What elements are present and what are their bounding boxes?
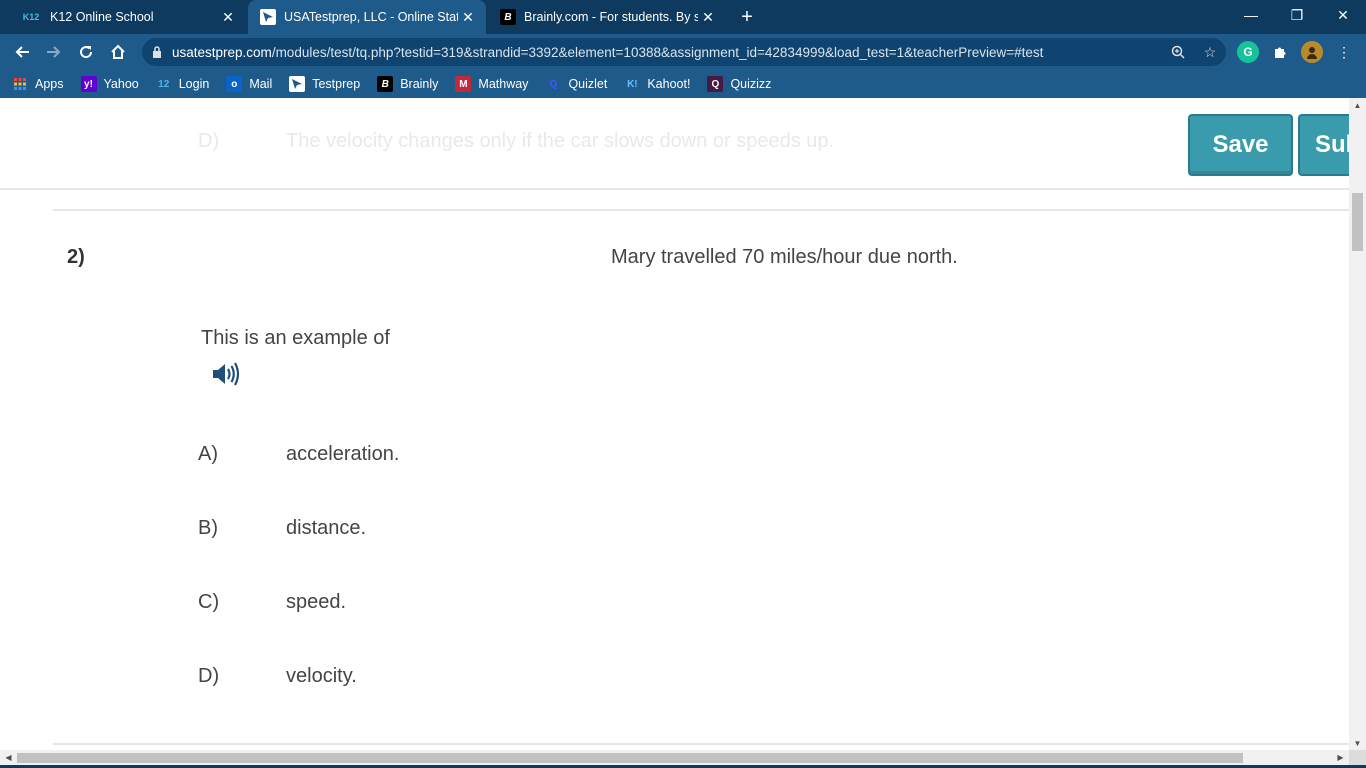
bookmark-brainly[interactable]: B Brainly [377, 76, 438, 92]
minimize-button[interactable]: — [1228, 0, 1274, 30]
quizizz-icon: Q [707, 76, 724, 92]
bookmark-star-icon[interactable]: ☆ [1194, 38, 1226, 66]
bookmark-quizlet[interactable]: Q Quizlet [545, 76, 608, 92]
choice-d-letter[interactable]: D) [198, 665, 219, 688]
test-page: D) The velocity changes only if the car … [0, 98, 1349, 750]
tab-strip: K12 K12 Online School ✕ USATestprep, LLC… [0, 0, 1366, 34]
brainly-icon: B [377, 76, 394, 92]
choice-c-letter[interactable]: C) [198, 591, 219, 614]
reload-icon[interactable] [72, 38, 100, 66]
bookmark-label: Yahoo [103, 77, 139, 91]
choice-c-text[interactable]: speed. [286, 591, 346, 614]
scroll-left-arrow-icon[interactable]: ◀ [0, 750, 17, 765]
browser-toolbar: usatestprep.com/modules/test/tq.php?test… [0, 34, 1366, 70]
choice-b-letter[interactable]: B) [198, 517, 218, 540]
url-text[interactable]: usatestprep.com/modules/test/tq.php?test… [172, 45, 1162, 60]
choice-a-text[interactable]: acceleration. [286, 443, 399, 466]
url-host: usatestprep.com [172, 44, 272, 60]
scroll-right-arrow-icon[interactable]: ▶ [1332, 750, 1349, 765]
bookmark-label: Login [178, 77, 210, 91]
tab-title: K12 Online School [50, 10, 154, 24]
bookmark-yahoo[interactable]: y! Yahoo [80, 76, 139, 92]
save-button[interactable]: Save [1188, 114, 1293, 176]
new-tab-button[interactable]: + [735, 5, 759, 29]
choice-b-text[interactable]: distance. [286, 517, 366, 540]
bookmarks-bar: Apps y! Yahoo 12 Login o Mail Testprep B… [0, 70, 1366, 98]
yahoo-icon: y! [80, 76, 97, 92]
previous-choice-text: The velocity changes only if the car slo… [286, 130, 835, 152]
bookmark-apps[interactable]: Apps [12, 76, 64, 92]
tab-usatestprep[interactable]: USATestprep, LLC - Online State-Sp ✕ [248, 0, 486, 34]
close-tab-icon[interactable]: ✕ [698, 7, 718, 27]
back-icon[interactable] [8, 38, 36, 66]
bookmark-mathway[interactable]: M Mathway [455, 76, 528, 92]
close-tab-icon[interactable]: ✕ [218, 7, 238, 27]
vertical-scrollbar[interactable]: ▲ ▼ [1349, 98, 1366, 750]
profile-avatar[interactable] [1301, 41, 1323, 63]
vertical-scroll-thumb[interactable] [1352, 193, 1363, 251]
browser-menu-icon[interactable]: ⋮ [1333, 41, 1355, 63]
brainly-favicon-icon: B [500, 9, 516, 25]
home-icon[interactable] [104, 38, 132, 66]
question-divider [53, 743, 1349, 745]
kahoot-icon: K! [627, 78, 638, 90]
bookmark-label: Mathway [478, 77, 529, 91]
close-window-button[interactable]: ✕ [1320, 0, 1366, 30]
tab-title: USATestprep, LLC - Online State-Sp [284, 10, 458, 24]
bookmark-mail[interactable]: o Mail [226, 76, 272, 92]
apps-icon [12, 76, 28, 92]
question-stem: This is an example of [201, 327, 390, 349]
bookmark-label: Brainly [400, 77, 439, 91]
bookmark-label: Quizizz [730, 77, 772, 91]
address-bar[interactable]: usatestprep.com/modules/test/tq.php?test… [142, 38, 1226, 66]
grammarly-extension-icon[interactable]: G [1237, 41, 1259, 63]
scroll-up-arrow-icon[interactable]: ▲ [1349, 98, 1366, 112]
bookmark-label: Apps [35, 77, 64, 91]
submit-button[interactable]: Sub [1298, 114, 1349, 176]
extensions-puzzle-icon[interactable] [1269, 41, 1291, 63]
bookmark-login[interactable]: 12 Login [156, 76, 210, 92]
bookmark-label: Testprep [312, 77, 361, 91]
outlook-mail-icon: o [226, 76, 243, 92]
usatestprep-favicon-icon [260, 9, 276, 25]
text-to-speech-speaker-icon[interactable] [210, 359, 242, 389]
zoom-icon[interactable] [1162, 38, 1194, 66]
restore-button[interactable]: ❐ [1274, 0, 1320, 30]
bookmark-quizizz[interactable]: Q Quizizz [707, 76, 771, 92]
url-path: /modules/test/tq.php?testid=319&strandid… [271, 44, 1044, 60]
mathway-icon: M [455, 76, 472, 92]
question-number: 2) [67, 246, 85, 268]
question-stimulus: Mary travelled 70 miles/hour due north. [611, 246, 958, 268]
tab-brainly[interactable]: B Brainly.com - For students. By stud ✕ [488, 0, 726, 34]
tab-title: Brainly.com - For students. By stud [524, 10, 698, 24]
close-tab-icon[interactable]: ✕ [458, 7, 478, 27]
bookmark-kahoot[interactable]: K! Kahoot! [624, 76, 690, 92]
tab-k12[interactable]: K12 K12 Online School ✕ [8, 0, 246, 34]
bookmark-label: Kahoot! [647, 77, 691, 91]
forward-icon[interactable] [40, 38, 68, 66]
question-divider [53, 209, 1349, 211]
k12-favicon-icon: K12 [22, 12, 40, 22]
testprep-icon [289, 76, 306, 92]
scroll-down-arrow-icon[interactable]: ▼ [1349, 736, 1366, 750]
horizontal-scrollbar[interactable]: ◀ ▶ [0, 750, 1349, 765]
test-header-bar: D) The velocity changes only if the car … [0, 98, 1349, 190]
lock-icon[interactable] [142, 46, 172, 58]
bookmark-testprep[interactable]: Testprep [289, 76, 360, 92]
choice-d-text[interactable]: velocity. [286, 665, 357, 688]
k12-icon: 12 [158, 78, 170, 90]
previous-choice-letter: D) [198, 130, 220, 152]
horizontal-scroll-thumb[interactable] [17, 753, 1243, 763]
scrollbar-corner [1349, 750, 1366, 765]
choice-a-letter[interactable]: A) [198, 443, 218, 466]
quizlet-icon: Q [549, 78, 558, 90]
bookmark-label: Quizlet [568, 77, 608, 91]
bookmark-label: Mail [249, 77, 273, 91]
